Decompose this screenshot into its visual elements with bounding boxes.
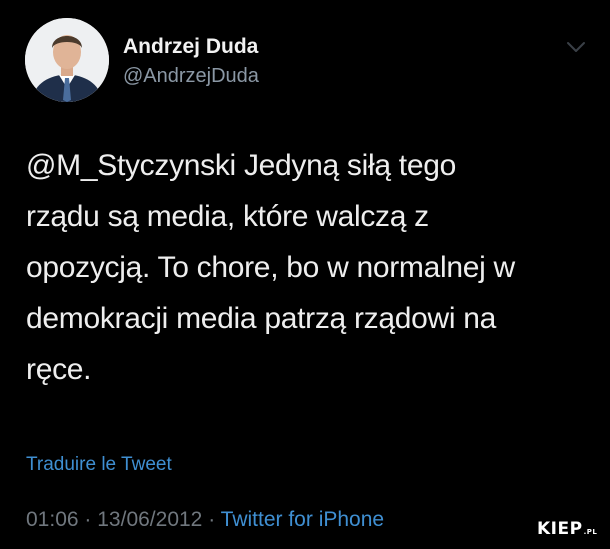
tweet-text: @M_Styczynski Jedyną siłą tego rządu są …: [26, 140, 586, 395]
translate-tweet-link[interactable]: Traduire le Tweet: [26, 454, 172, 476]
tweet-text-line: ręce.: [26, 353, 92, 386]
avatar[interactable]: [25, 18, 109, 102]
author-handle[interactable]: @AndrzejDuda: [123, 63, 523, 89]
tweet-card: Andrzej Duda @AndrzejDuda @M_Styczynski …: [0, 0, 610, 549]
tweet-text-line: rządu są media, które walczą z: [26, 200, 429, 233]
tweet-text-line: demokracji media patrzą rządowi na: [26, 302, 497, 335]
tweet-metadata: 01:06 · 13/06/2012 · Twitter for iPhone: [26, 508, 384, 532]
tweet-text-line: @M_Styczynski Jedyną siłą tego: [26, 149, 456, 182]
tweet-date: 13/06/2012: [97, 508, 203, 531]
tweet-source-link[interactable]: Twitter for iPhone: [221, 508, 384, 531]
avatar-photo-icon: [25, 18, 109, 102]
meta-separator: ·: [84, 508, 92, 531]
watermark-suffix: .PL: [583, 528, 598, 536]
author-display-name[interactable]: Andrzej Duda: [123, 34, 523, 60]
watermark-text: KIEP: [537, 519, 583, 539]
chevron-down-icon: [567, 42, 585, 52]
meta-separator: ·: [208, 508, 216, 531]
tweet-text-line: opozycją. To chore, bo w normalnej w: [26, 251, 515, 284]
author-info: Andrzej Duda @AndrzejDuda: [123, 34, 523, 89]
tweet-time: 01:06: [26, 508, 79, 531]
more-options-button[interactable]: [564, 38, 588, 56]
watermark-logo: KIEP .PL: [537, 517, 597, 541]
